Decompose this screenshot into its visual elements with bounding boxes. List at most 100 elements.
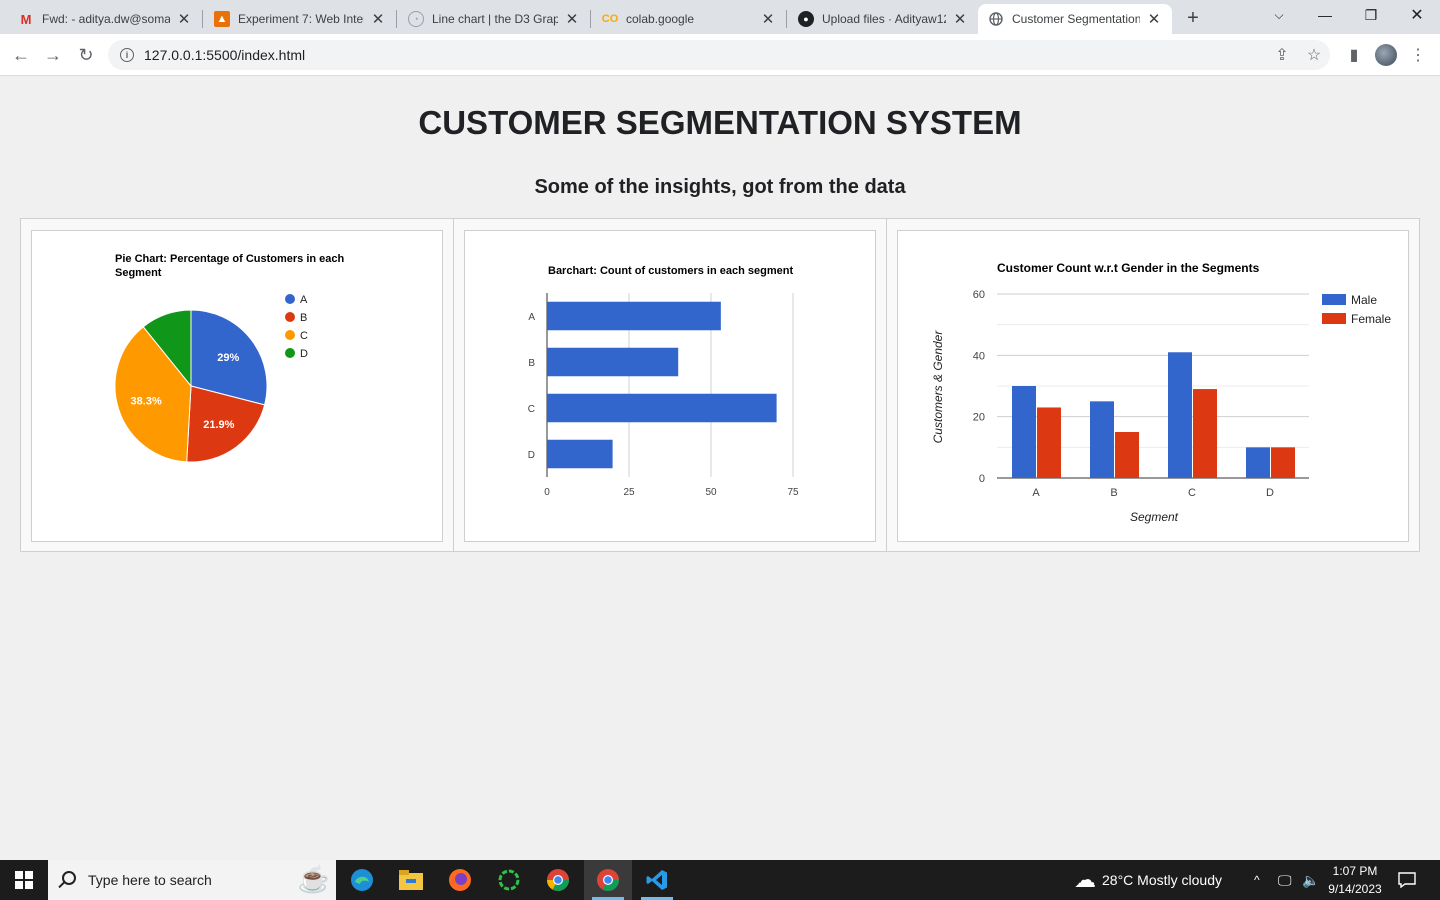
barchart-card: Barchart: Count of customers in each seg… [464,230,876,542]
side-panel-icon[interactable]: ▮ [1342,43,1366,67]
y-tick-label: 60 [973,289,985,301]
avatar[interactable] [1375,44,1397,66]
bar-d-male[interactable] [1246,447,1270,478]
taskbar-search[interactable]: Type here to search ☕ [48,860,336,900]
menu-icon[interactable]: ⋮ [1406,43,1430,67]
bar-b-male[interactable] [1090,401,1114,478]
legend-swatch [285,312,295,322]
start-button[interactable] [0,860,48,900]
y-category-label: B [528,358,535,369]
x-tick-label: D [1266,487,1274,499]
browser-tab-strip: M Fwd: - aditya.dw@somaiya.edu ✕ ▲ Exper… [0,0,1440,34]
bar-a-female[interactable] [1037,407,1061,478]
tab-title: Fwd: - aditya.dw@somaiya.edu [42,12,170,26]
close-icon[interactable]: ✕ [760,11,776,28]
x-tick-label: 75 [787,487,799,498]
y-tick-label: 0 [979,473,985,485]
pie-chart-card: Pie Chart: Percentage of Customers in ea… [31,230,443,542]
tab-d3-gallery[interactable]: ◔ Line chart | the D3 Graph Gallery ✕ [398,4,590,34]
address-bar[interactable]: i 127.0.0.1:5500/index.html [108,40,1330,70]
restore-icon[interactable]: ❐ [1348,0,1394,30]
y-category-label: D [528,450,535,461]
bar-b[interactable] [547,347,679,377]
volume-icon[interactable]: 🔈 [1302,860,1319,900]
network-icon[interactable]: 🖵 [1278,860,1292,900]
system-clock[interactable]: 1:07 PM 9/14/2023 [1318,862,1392,898]
bar-c[interactable] [547,393,777,423]
search-icon [62,871,76,885]
close-icon[interactable]: ✕ [176,11,192,28]
page-subtitle: Some of the insights, got from the data [534,176,906,198]
close-window-icon[interactable]: ✕ [1394,0,1440,30]
bar-d[interactable] [547,439,613,469]
minimize-icon[interactable]: — [1302,0,1348,30]
weather-widget[interactable]: ☁ 28°C Mostly cloudy [1074,860,1222,900]
browser-toolbar: ← → ↻ i 127.0.0.1:5500/index.html ⇪ ☆ ▮ … [0,34,1440,76]
tab-customer-segmentation[interactable]: Customer Segmentation ✕ [978,4,1172,34]
chevron-up-icon[interactable]: ^ [1254,860,1260,900]
close-icon[interactable]: ✕ [564,11,580,28]
bar-b-female[interactable] [1115,432,1139,478]
globe-icon [988,11,1004,27]
firefox-icon[interactable] [436,860,484,900]
reload-icon[interactable]: ↻ [74,43,98,67]
bar-a-male[interactable] [1012,386,1036,478]
taskbar: Type here to search ☕ ☁ 28°C Mostly clou… [0,860,1440,900]
search-placeholder: Type here to search [88,872,212,888]
tab-title: Upload files · Adityaw12 [822,12,946,26]
tab-github[interactable]: ● Upload files · Adityaw12 ✕ [788,4,978,34]
clock-time: 1:07 PM [1332,864,1378,878]
close-icon[interactable]: ✕ [370,11,386,28]
tab-search-icon[interactable]: ⌵ [1256,0,1302,30]
new-tab-button[interactable]: + [1181,6,1205,30]
doc-icon: ▲ [214,11,230,27]
share-icon[interactable]: ⇪ [1270,43,1294,67]
colab-icon: CO [601,13,619,25]
legend-label: B [300,312,307,324]
gender-chart-title: Customer Count w.r.t Gender in the Segme… [997,261,1260,275]
weather-text: 28°C Mostly cloudy [1102,872,1222,888]
x-tick-label: 50 [705,487,717,498]
bookmark-star-icon[interactable]: ☆ [1302,43,1326,67]
grouped-bar-chart: Customer Count w.r.t Gender in the Segme… [931,261,1391,524]
bar-a[interactable] [547,301,721,331]
close-icon[interactable]: ✕ [1146,11,1162,28]
tea-cup-icon: ☕ [297,864,330,894]
green-ring-app-icon[interactable] [485,860,533,900]
tab-experiment[interactable]: ▲ Experiment 7: Web Interface ✕ [204,4,396,34]
site-info-icon[interactable]: i [120,48,134,62]
chrome-icon[interactable] [534,860,582,900]
pie-title-line-2: Segment [115,267,162,279]
notifications-icon[interactable] [1398,860,1416,900]
forward-icon[interactable]: → [41,43,65,67]
tab-title: Line chart | the D3 Graph Gallery [432,12,558,26]
vscode-icon[interactable] [633,860,681,900]
bar-c-male[interactable] [1168,352,1192,478]
bar-c-female[interactable] [1193,389,1217,478]
edge-icon[interactable] [338,860,386,900]
bar-d-female[interactable] [1271,447,1295,478]
tab-title: Experiment 7: Web Interface [238,12,364,26]
x-tick-label: 0 [544,487,550,498]
github-icon: ● [798,11,814,27]
legend-swatch [285,348,295,358]
file-explorer-icon[interactable] [387,860,435,900]
y-axis-label: Customers & Gender [931,330,945,444]
legend-swatch [285,330,295,340]
x-axis-label: Segment [1130,510,1179,524]
pie-chart: Pie Chart: Percentage of Customers in ea… [114,253,345,463]
clock-date: 9/14/2023 [1328,882,1382,896]
chrome-profile-icon[interactable] [584,860,632,900]
x-tick-label: C [1188,487,1196,499]
legend-label: A [300,294,308,306]
tab-gmail[interactable]: M Fwd: - aditya.dw@somaiya.edu ✕ [8,4,202,34]
legend-label: Female [1351,312,1391,326]
cloud-icon: ☁ [1074,867,1096,892]
legend-swatch [285,294,295,304]
back-icon[interactable]: ← [9,43,33,67]
tab-colab[interactable]: CO colab.google ✕ [592,4,786,34]
close-icon[interactable]: ✕ [952,11,968,28]
pie-slice-label: 21.9% [203,419,234,431]
legend-label: D [300,348,308,360]
y-category-label: A [528,312,535,323]
